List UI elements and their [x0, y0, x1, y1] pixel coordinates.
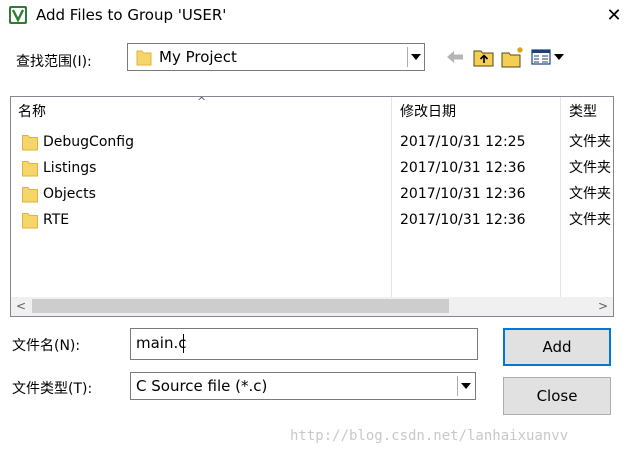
- file-type-cell: 文件夹: [569, 134, 611, 150]
- file-type-cell: 文件夹: [569, 160, 611, 176]
- file-type-value: C Source file (*.c): [136, 377, 268, 395]
- file-type-cell: 文件夹: [569, 212, 611, 228]
- folder-icon: [22, 186, 38, 203]
- column-header-type[interactable]: 类型: [561, 97, 613, 127]
- add-files-dialog: Add Files to Group 'USER' ✕ 查找范围(I): My …: [0, 0, 634, 458]
- text-caret: [183, 334, 184, 353]
- chevron-down-icon[interactable]: [407, 47, 424, 67]
- scrollbar-thumb[interactable]: [32, 299, 449, 313]
- look-in-label: 查找范围(I):: [16, 54, 92, 70]
- scroll-left-icon[interactable]: <: [11, 297, 31, 316]
- file-name-value: main.c: [136, 334, 187, 352]
- chevron-down-icon[interactable]: [457, 376, 474, 396]
- title-bar: Add Files to Group 'USER' ✕: [0, 0, 634, 34]
- file-row-listings[interactable]: Listings 2017/10/31 12:36 文件夹: [11, 155, 611, 181]
- file-date-cell: 2017/10/31 12:36: [400, 212, 526, 228]
- file-name-cell: DebugConfig: [43, 134, 134, 150]
- file-type-combo[interactable]: C Source file (*.c): [130, 372, 476, 400]
- file-row-rte[interactable]: RTE 2017/10/31 12:36 文件夹: [11, 207, 611, 233]
- file-date-cell: 2017/10/31 12:36: [400, 160, 526, 176]
- file-name-label: 文件名(N):: [12, 338, 81, 354]
- up-folder-icon[interactable]: [472, 46, 496, 68]
- keil-uvision-icon: [8, 5, 28, 25]
- back-arrow-icon[interactable]: [444, 46, 466, 68]
- look-in-combo[interactable]: My Project: [127, 43, 425, 71]
- close-button[interactable]: Close: [503, 377, 611, 415]
- file-date-cell: 2017/10/31 12:25: [400, 134, 526, 150]
- file-type-label: 文件类型(T):: [12, 381, 93, 397]
- view-menu-icon[interactable]: [530, 46, 566, 68]
- scroll-right-icon[interactable]: >: [593, 297, 613, 316]
- folder-icon: [136, 48, 152, 66]
- column-header-modified[interactable]: 修改日期: [392, 97, 560, 127]
- add-button[interactable]: Add: [503, 328, 611, 366]
- file-row-objects[interactable]: Objects 2017/10/31 12:36 文件夹: [11, 181, 611, 207]
- file-list[interactable]: ^ 名称 修改日期 类型 DebugConfig 2017/10/31 12:2…: [10, 96, 614, 317]
- file-type-cell: 文件夹: [569, 186, 611, 202]
- new-folder-icon[interactable]: [500, 46, 526, 68]
- file-name-input[interactable]: main.c: [130, 328, 478, 360]
- file-name-cell: Objects: [43, 186, 96, 202]
- folder-icon: [22, 212, 38, 229]
- watermark-text: http://blog.csdn.net/lanhaixuanvv: [290, 428, 569, 444]
- folder-icon: [22, 160, 38, 177]
- file-date-cell: 2017/10/31 12:36: [400, 186, 526, 202]
- file-row-debugconfig[interactable]: DebugConfig 2017/10/31 12:25 文件夹: [11, 129, 611, 155]
- folder-icon: [22, 134, 38, 151]
- file-name-cell: Listings: [43, 160, 97, 176]
- file-name-cell: RTE: [43, 212, 70, 228]
- close-window-button[interactable]: ✕: [598, 2, 630, 30]
- window-title: Add Files to Group 'USER': [36, 6, 227, 24]
- look-in-value: My Project: [159, 48, 237, 66]
- column-header-name[interactable]: 名称: [11, 97, 391, 127]
- horizontal-scrollbar[interactable]: < >: [11, 297, 613, 316]
